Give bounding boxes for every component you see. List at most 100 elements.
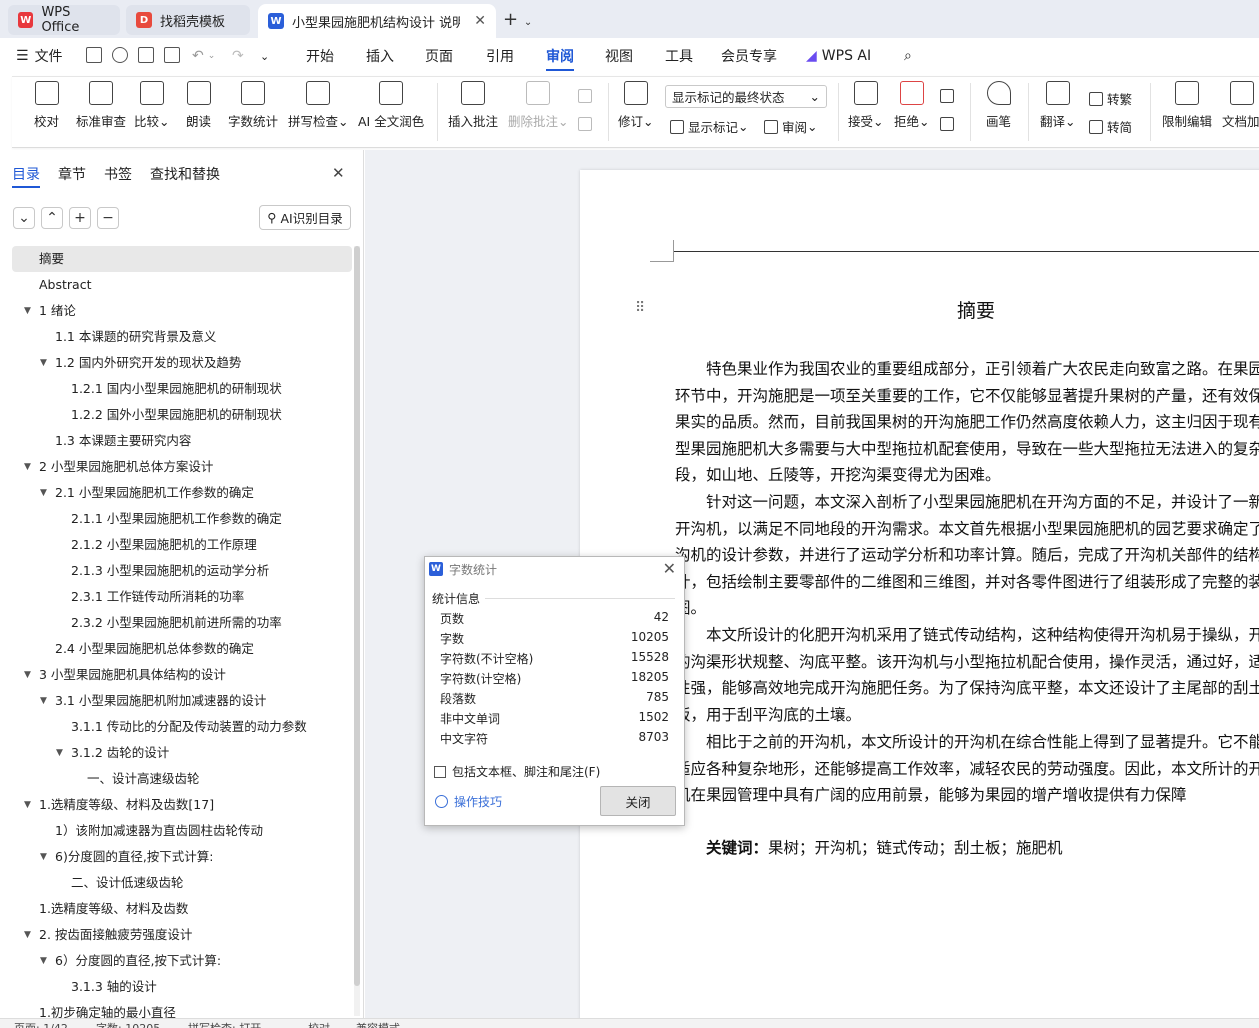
- expand-arrow-icon[interactable]: ▼: [24, 662, 31, 688]
- search-icon[interactable]: ⌕: [904, 38, 912, 74]
- tab-toc[interactable]: 目录: [12, 164, 40, 188]
- toc-item[interactable]: 2.1.1 小型果园施肥机工作参数的确定: [12, 506, 352, 532]
- encrypt-button[interactable]: 文档加: [1222, 81, 1259, 130]
- expand-arrow-icon[interactable]: ▼: [56, 740, 63, 766]
- delete-comment-button[interactable]: 删除批注⌄: [508, 81, 569, 130]
- menu-view[interactable]: 视图: [605, 38, 633, 74]
- toc-item[interactable]: Abstract: [12, 272, 352, 298]
- expand-arrow-icon[interactable]: ▼: [24, 298, 31, 324]
- menu-tools[interactable]: 工具: [665, 38, 693, 74]
- insert-comment-button[interactable]: 插入批注: [448, 81, 498, 130]
- status-proof[interactable]: 校对: [308, 1020, 330, 1028]
- next-comment-icon[interactable]: [578, 117, 596, 131]
- print-preview-icon[interactable]: [164, 47, 180, 63]
- reject-button[interactable]: 拒绝⌄: [894, 81, 930, 130]
- expand-arrow-icon[interactable]: ▼: [40, 844, 47, 870]
- tab-bookmarks[interactable]: 书签: [104, 164, 132, 184]
- new-tab-button[interactable]: + ⌄: [503, 9, 532, 30]
- close-icon[interactable]: ✕: [474, 13, 486, 29]
- markup-state-select[interactable]: 显示标记的最终状态 ⌄: [665, 85, 827, 108]
- toc-item[interactable]: 3.1.1 传动比的分配及传动装置的动力参数: [12, 714, 352, 740]
- toc-item[interactable]: ▼ 3.1.2 齿轮的设计: [12, 740, 352, 766]
- toc-item[interactable]: ▼ 6）分度圆的直径,按下式计算:: [12, 948, 352, 974]
- add-heading-button[interactable]: +: [69, 207, 91, 229]
- wps-ai-menu[interactable]: ◢ WPS AI: [806, 38, 871, 74]
- scrollbar-thumb[interactable]: [354, 246, 360, 986]
- expand-arrow-icon[interactable]: ▼: [24, 454, 31, 480]
- menu-insert[interactable]: 插入: [366, 38, 394, 74]
- toc-item[interactable]: ▼ 3.1 小型果园施肥机附加减速器的设计: [12, 688, 352, 714]
- menu-review[interactable]: 审阅: [546, 38, 574, 74]
- expand-arrow-icon[interactable]: ▼: [40, 350, 47, 376]
- toc-item[interactable]: ▼ 1.选精度等级、材料及齿数[17]: [12, 792, 352, 818]
- status-page[interactable]: 页面: 1/42: [14, 1020, 68, 1028]
- more-quick-icon[interactable]: ⌄: [260, 38, 269, 74]
- expand-arrow-icon[interactable]: ▼: [40, 480, 47, 506]
- toc-item[interactable]: 摘要: [12, 246, 352, 272]
- show-markup-button[interactable]: 显示标记 ⌄: [670, 117, 749, 136]
- collapse-all-button[interactable]: ⌄: [13, 207, 35, 229]
- review-pane-button[interactable]: 审阅 ⌄: [764, 117, 818, 136]
- sidebar-scrollbar[interactable]: [354, 246, 360, 1016]
- expand-arrow-icon[interactable]: ▼: [40, 948, 47, 974]
- toc-item[interactable]: 2.3.2 小型果园施肥机前进所需的功率: [12, 610, 352, 636]
- save-icon[interactable]: [86, 47, 102, 63]
- restrict-edit-button[interactable]: 限制编辑: [1162, 81, 1212, 130]
- accept-button[interactable]: 接受⌄: [848, 81, 884, 130]
- toc-item[interactable]: 1.1 本课题的研究背景及意义: [12, 324, 352, 350]
- next-change-icon[interactable]: [940, 117, 958, 131]
- toc-item[interactable]: 1）该附加减速器为直齿圆柱齿轮传动: [12, 818, 352, 844]
- tab-wps-office[interactable]: W WPS Office: [8, 5, 120, 35]
- link-icon[interactable]: [112, 47, 128, 63]
- spell-check-button[interactable]: 拼写检查⌄: [288, 81, 349, 130]
- pen-button[interactable]: 画笔: [986, 81, 1011, 130]
- toc-item[interactable]: 2.1.3 小型果园施肥机的运动学分析: [12, 558, 352, 584]
- redo-button[interactable]: ↷: [232, 38, 244, 74]
- toc-item[interactable]: 1.初步确定轴的最小直径: [12, 1000, 352, 1020]
- word-count-button[interactable]: 字数统计: [228, 81, 278, 130]
- tab-template[interactable]: D 找稻壳模板: [126, 5, 250, 35]
- toc-item[interactable]: ▼ 2. 按齿面接触疲劳强度设计: [12, 922, 352, 948]
- toc-item[interactable]: ▼ 2.1 小型果园施肥机工作参数的确定: [12, 480, 352, 506]
- file-menu[interactable]: ☰ 文件: [16, 38, 63, 74]
- tab-find-replace[interactable]: 查找和替换: [150, 164, 220, 184]
- menu-start[interactable]: 开始: [306, 38, 334, 74]
- prev-change-icon[interactable]: [940, 89, 958, 103]
- toc-item[interactable]: ▼ 2 小型果园施肥机总体方案设计: [12, 454, 352, 480]
- prev-comment-icon[interactable]: [578, 89, 596, 103]
- undo-button[interactable]: ↶ ⌄: [192, 38, 215, 74]
- remove-heading-button[interactable]: −: [97, 207, 119, 229]
- ai-recognize-toc-button[interactable]: ⚲ AI识别目录: [259, 205, 351, 230]
- track-changes-button[interactable]: 修订⌄: [618, 81, 654, 130]
- to-traditional-button[interactable]: 转繁: [1089, 89, 1132, 108]
- toc-item[interactable]: 2.3.1 工作链传动所消耗的功率: [12, 584, 352, 610]
- dialog-header[interactable]: W 字数统计 ✕: [425, 557, 684, 581]
- menu-page[interactable]: 页面: [425, 38, 453, 74]
- ai-polish-button[interactable]: AI 全文润色: [358, 81, 424, 130]
- expand-button[interactable]: ⌃: [41, 207, 63, 229]
- close-button[interactable]: 关闭: [600, 786, 676, 816]
- tips-link[interactable]: 操作技巧: [435, 793, 502, 810]
- expand-arrow-icon[interactable]: ▼: [24, 792, 31, 818]
- read-aloud-button[interactable]: 朗读: [186, 81, 211, 130]
- status-words[interactable]: 字数: 10205: [96, 1020, 160, 1028]
- toc-item[interactable]: 2.4 小型果园施肥机总体参数的确定: [12, 636, 352, 662]
- tab-document[interactable]: W 小型果园施肥机结构设计 说明 ✕: [258, 4, 496, 38]
- proofread-button[interactable]: 校对: [34, 81, 59, 130]
- status-spell[interactable]: 拼写检查: 打开: [188, 1020, 261, 1028]
- toc-item[interactable]: 1.3 本课题主要研究内容: [12, 428, 352, 454]
- toc-item[interactable]: 1.选精度等级、材料及齿数: [12, 896, 352, 922]
- to-simplified-button[interactable]: 转简: [1089, 117, 1132, 136]
- print-icon[interactable]: [138, 47, 154, 63]
- toc-item[interactable]: ▼ 3 小型果园施肥机具体结构的设计: [12, 662, 352, 688]
- expand-arrow-icon[interactable]: ▼: [24, 922, 31, 948]
- checkbox-box[interactable]: [434, 765, 446, 778]
- menu-member[interactable]: 会员专享: [721, 38, 777, 74]
- menu-reference[interactable]: 引用: [486, 38, 514, 74]
- translate-button[interactable]: 翻译⌄: [1040, 81, 1076, 130]
- toc-item[interactable]: ▼ 1.2 国内外研究开发的现状及趋势: [12, 350, 352, 376]
- toc-item[interactable]: 二、设计低速级齿轮: [12, 870, 352, 896]
- include-textbox-checkbox[interactable]: 包括文本框、脚注和尾注(F): [434, 763, 600, 780]
- toc-item[interactable]: 2.1.2 小型果园施肥机的工作原理: [12, 532, 352, 558]
- expand-arrow-icon[interactable]: ▼: [40, 688, 47, 714]
